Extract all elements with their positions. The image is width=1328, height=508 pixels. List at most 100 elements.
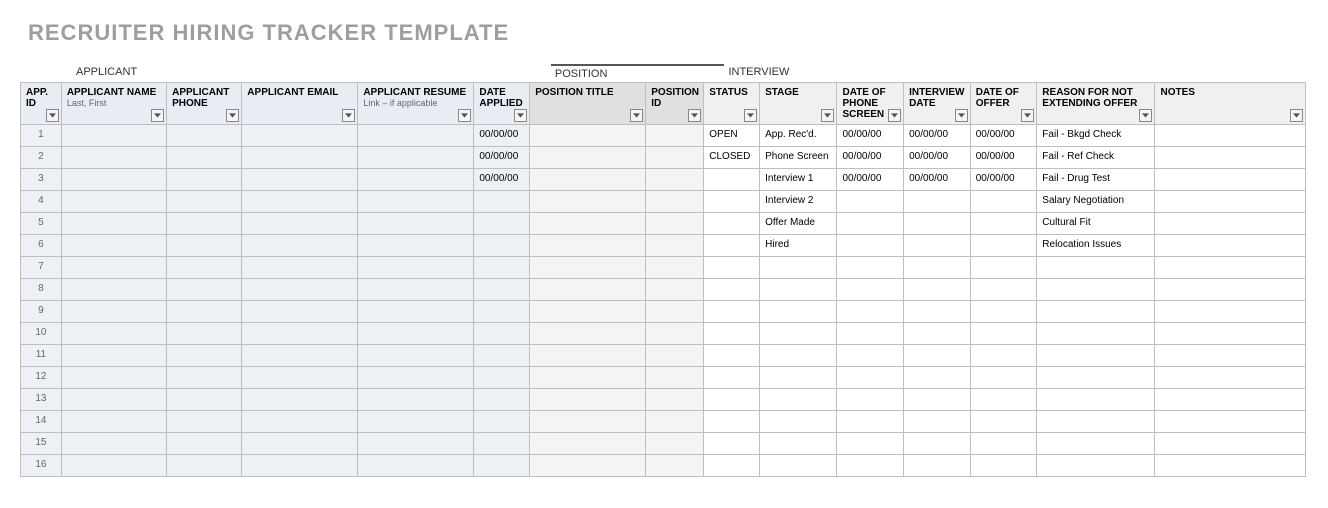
cell-date-phone-screen[interactable] bbox=[837, 213, 904, 235]
cell-name[interactable] bbox=[61, 389, 166, 411]
cell-phone[interactable] bbox=[167, 191, 242, 213]
cell-stage[interactable] bbox=[760, 455, 837, 477]
cell-date-offer[interactable] bbox=[970, 213, 1037, 235]
cell-status[interactable] bbox=[704, 213, 760, 235]
cell-position-id[interactable] bbox=[646, 125, 704, 147]
cell-date-applied[interactable]: 00/00/00 bbox=[474, 125, 530, 147]
cell-date-phone-screen[interactable] bbox=[837, 433, 904, 455]
cell-position-title[interactable] bbox=[530, 213, 646, 235]
cell-interview-date[interactable] bbox=[904, 257, 971, 279]
cell-phone[interactable] bbox=[167, 279, 242, 301]
cell-phone[interactable] bbox=[167, 455, 242, 477]
cell-notes[interactable] bbox=[1155, 411, 1306, 433]
cell-name[interactable] bbox=[61, 411, 166, 433]
cell-date-applied[interactable] bbox=[474, 235, 530, 257]
cell-interview-date[interactable]: 00/00/00 bbox=[904, 169, 971, 191]
filter-button[interactable] bbox=[226, 109, 239, 122]
cell-date-offer[interactable] bbox=[970, 235, 1037, 257]
cell-date-offer[interactable] bbox=[970, 279, 1037, 301]
cell-position-title[interactable] bbox=[530, 455, 646, 477]
cell-rownum[interactable]: 12 bbox=[21, 367, 62, 389]
filter-button[interactable] bbox=[630, 109, 643, 122]
cell-rownum[interactable]: 4 bbox=[21, 191, 62, 213]
cell-date-applied[interactable]: 00/00/00 bbox=[474, 169, 530, 191]
cell-date-applied[interactable] bbox=[474, 455, 530, 477]
cell-phone[interactable] bbox=[167, 367, 242, 389]
filter-button[interactable] bbox=[821, 109, 834, 122]
cell-resume[interactable] bbox=[358, 345, 474, 367]
cell-date-phone-screen[interactable]: 00/00/00 bbox=[837, 125, 904, 147]
cell-date-phone-screen[interactable] bbox=[837, 455, 904, 477]
filter-button[interactable] bbox=[458, 109, 471, 122]
cell-notes[interactable] bbox=[1155, 169, 1306, 191]
cell-reason[interactable] bbox=[1037, 345, 1155, 367]
cell-position-title[interactable] bbox=[530, 169, 646, 191]
cell-position-title[interactable] bbox=[530, 345, 646, 367]
cell-status[interactable] bbox=[704, 345, 760, 367]
cell-email[interactable] bbox=[242, 389, 358, 411]
cell-status[interactable] bbox=[704, 411, 760, 433]
cell-status[interactable] bbox=[704, 191, 760, 213]
cell-position-id[interactable] bbox=[646, 411, 704, 433]
filter-button[interactable] bbox=[514, 109, 527, 122]
cell-position-id[interactable] bbox=[646, 191, 704, 213]
cell-date-offer[interactable] bbox=[970, 191, 1037, 213]
cell-status[interactable] bbox=[704, 367, 760, 389]
cell-notes[interactable] bbox=[1155, 213, 1306, 235]
cell-email[interactable] bbox=[242, 257, 358, 279]
cell-reason[interactable] bbox=[1037, 455, 1155, 477]
cell-status[interactable]: OPEN bbox=[704, 125, 760, 147]
cell-date-offer[interactable] bbox=[970, 455, 1037, 477]
cell-date-offer[interactable]: 00/00/00 bbox=[970, 125, 1037, 147]
cell-date-phone-screen[interactable] bbox=[837, 279, 904, 301]
cell-stage[interactable]: Interview 2 bbox=[760, 191, 837, 213]
cell-email[interactable] bbox=[242, 345, 358, 367]
cell-reason[interactable] bbox=[1037, 257, 1155, 279]
cell-date-phone-screen[interactable] bbox=[837, 367, 904, 389]
cell-rownum[interactable]: 2 bbox=[21, 147, 62, 169]
filter-button[interactable] bbox=[151, 109, 164, 122]
cell-date-applied[interactable] bbox=[474, 389, 530, 411]
cell-interview-date[interactable] bbox=[904, 235, 971, 257]
cell-interview-date[interactable] bbox=[904, 433, 971, 455]
cell-stage[interactable] bbox=[760, 323, 837, 345]
cell-date-phone-screen[interactable] bbox=[837, 411, 904, 433]
cell-date-offer[interactable]: 00/00/00 bbox=[970, 169, 1037, 191]
cell-reason[interactable] bbox=[1037, 301, 1155, 323]
cell-date-applied[interactable] bbox=[474, 433, 530, 455]
cell-email[interactable] bbox=[242, 125, 358, 147]
cell-status[interactable] bbox=[704, 323, 760, 345]
cell-date-applied[interactable] bbox=[474, 213, 530, 235]
cell-date-phone-screen[interactable] bbox=[837, 345, 904, 367]
cell-position-title[interactable] bbox=[530, 279, 646, 301]
cell-phone[interactable] bbox=[167, 411, 242, 433]
cell-stage[interactable]: Hired bbox=[760, 235, 837, 257]
cell-rownum[interactable]: 5 bbox=[21, 213, 62, 235]
cell-interview-date[interactable] bbox=[904, 191, 971, 213]
cell-status[interactable] bbox=[704, 301, 760, 323]
cell-date-phone-screen[interactable] bbox=[837, 323, 904, 345]
cell-position-title[interactable] bbox=[530, 125, 646, 147]
cell-interview-date[interactable] bbox=[904, 455, 971, 477]
cell-position-title[interactable] bbox=[530, 191, 646, 213]
cell-resume[interactable] bbox=[358, 191, 474, 213]
cell-name[interactable] bbox=[61, 455, 166, 477]
cell-interview-date[interactable] bbox=[904, 301, 971, 323]
cell-email[interactable] bbox=[242, 367, 358, 389]
cell-status[interactable] bbox=[704, 169, 760, 191]
cell-resume[interactable] bbox=[358, 279, 474, 301]
cell-resume[interactable] bbox=[358, 367, 474, 389]
filter-button[interactable] bbox=[688, 109, 701, 122]
cell-email[interactable] bbox=[242, 169, 358, 191]
cell-name[interactable] bbox=[61, 345, 166, 367]
cell-name[interactable] bbox=[61, 169, 166, 191]
cell-position-title[interactable] bbox=[530, 235, 646, 257]
cell-position-id[interactable] bbox=[646, 147, 704, 169]
cell-stage[interactable] bbox=[760, 389, 837, 411]
cell-email[interactable] bbox=[242, 191, 358, 213]
cell-reason[interactable] bbox=[1037, 389, 1155, 411]
cell-position-id[interactable] bbox=[646, 389, 704, 411]
cell-status[interactable] bbox=[704, 279, 760, 301]
cell-date-phone-screen[interactable]: 00/00/00 bbox=[837, 147, 904, 169]
cell-date-applied[interactable] bbox=[474, 257, 530, 279]
